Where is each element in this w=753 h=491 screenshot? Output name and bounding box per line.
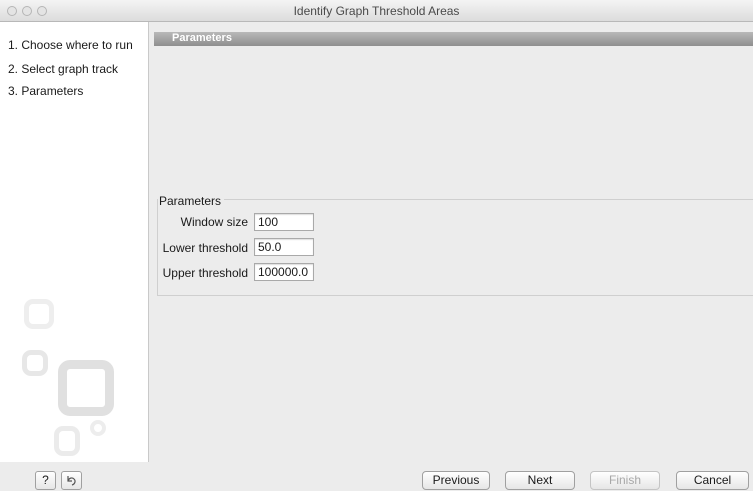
step-select-graph-track[interactable]: 2. Select graph track (8, 62, 118, 76)
title-bar: Identify Graph Threshold Areas (0, 0, 753, 22)
section-header-title: Parameters (172, 32, 232, 44)
wizard-button-bar: ? Previous Next Finish Cancel (0, 462, 753, 490)
help-icon: ? (42, 473, 49, 487)
window-size-input[interactable] (254, 213, 314, 231)
lower-threshold-label: Lower threshold (162, 241, 248, 255)
restore-defaults-icon (67, 476, 76, 486)
previous-button[interactable]: Previous (422, 471, 490, 490)
wizard-content-panel: Parameters Parameters Window size Lower … (150, 22, 753, 462)
window-size-label: Window size (180, 215, 248, 229)
step-choose-where-to-run[interactable]: 1. Choose where to run (8, 38, 133, 52)
wizard-steps-sidebar: 1. Choose where to run 2. Select graph t… (0, 22, 149, 462)
cancel-button[interactable]: Cancel (676, 471, 749, 490)
section-header: Parameters (154, 32, 753, 46)
restore-defaults-button[interactable] (61, 471, 82, 490)
next-button[interactable]: Next (505, 471, 575, 490)
help-button[interactable]: ? (35, 471, 56, 490)
step-parameters[interactable]: 3. Parameters (8, 84, 83, 98)
parameters-group-legend: Parameters (158, 194, 225, 208)
finish-button[interactable]: Finish (590, 471, 660, 490)
upper-threshold-input[interactable] (254, 263, 314, 281)
upper-threshold-label: Upper threshold (162, 266, 248, 280)
window-title: Identify Graph Threshold Areas (293, 4, 460, 18)
lower-threshold-input[interactable] (254, 238, 314, 256)
